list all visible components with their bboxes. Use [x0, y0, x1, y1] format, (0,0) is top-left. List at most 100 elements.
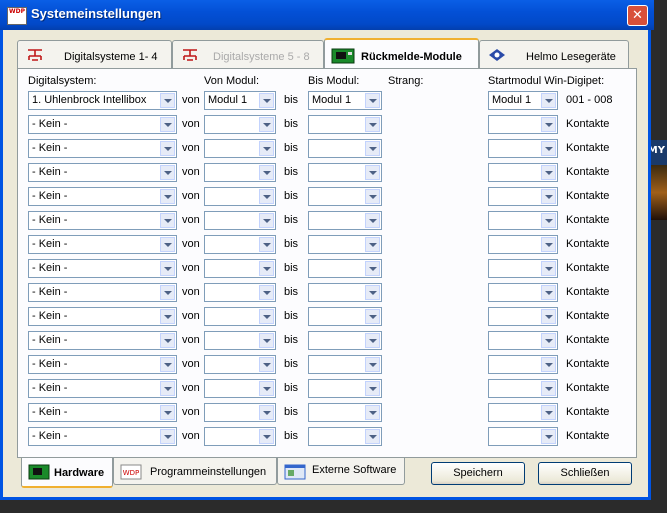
von-modul-select[interactable]: Modul 1 [204, 91, 276, 110]
von-modul-select[interactable] [204, 187, 276, 206]
chevron-down-icon[interactable] [160, 285, 175, 300]
von-modul-select[interactable] [204, 331, 276, 350]
chevron-down-icon[interactable] [160, 429, 175, 444]
von-modul-select[interactable] [204, 211, 276, 230]
chevron-down-icon[interactable] [541, 213, 556, 228]
chevron-down-icon[interactable] [259, 141, 274, 156]
von-modul-select[interactable] [204, 163, 276, 182]
chevron-down-icon[interactable] [365, 165, 380, 180]
chevron-down-icon[interactable] [541, 357, 556, 372]
digitalsystem-select[interactable]: - Kein - [28, 379, 177, 398]
chevron-down-icon[interactable] [365, 93, 380, 108]
chevron-down-icon[interactable] [365, 357, 380, 372]
bis-modul-select[interactable] [308, 163, 382, 182]
bis-modul-select[interactable] [308, 187, 382, 206]
bis-modul-select[interactable] [308, 259, 382, 278]
chevron-down-icon[interactable] [541, 165, 556, 180]
digitalsystem-select[interactable]: 1. Uhlenbrock Intellibox [28, 91, 177, 110]
chevron-down-icon[interactable] [541, 333, 556, 348]
chevron-down-icon[interactable] [365, 141, 380, 156]
bis-modul-select[interactable] [308, 283, 382, 302]
startmodul-select[interactable] [488, 259, 558, 278]
startmodul-select[interactable] [488, 379, 558, 398]
chevron-down-icon[interactable] [259, 405, 274, 420]
bis-modul-select[interactable] [308, 235, 382, 254]
close-window-button[interactable]: ✕ [627, 5, 648, 26]
chevron-down-icon[interactable] [365, 429, 380, 444]
chevron-down-icon[interactable] [365, 117, 380, 132]
chevron-down-icon[interactable] [541, 405, 556, 420]
bis-modul-select[interactable] [308, 115, 382, 134]
digitalsystem-select[interactable]: - Kein - [28, 259, 177, 278]
digitalsystem-select[interactable]: - Kein - [28, 211, 177, 230]
chevron-down-icon[interactable] [160, 189, 175, 204]
tab-rueckmelde-module[interactable]: Rückmelde-Module [324, 38, 479, 69]
von-modul-select[interactable] [204, 235, 276, 254]
chevron-down-icon[interactable] [160, 213, 175, 228]
chevron-down-icon[interactable] [541, 429, 556, 444]
digitalsystem-select[interactable]: - Kein - [28, 139, 177, 158]
tab-digitalsysteme-1-4[interactable]: Digitalsysteme 1- 4 [17, 40, 172, 68]
chevron-down-icon[interactable] [541, 93, 556, 108]
chevron-down-icon[interactable] [541, 189, 556, 204]
chevron-down-icon[interactable] [259, 93, 274, 108]
chevron-down-icon[interactable] [160, 357, 175, 372]
chevron-down-icon[interactable] [160, 93, 175, 108]
chevron-down-icon[interactable] [541, 261, 556, 276]
von-modul-select[interactable] [204, 139, 276, 158]
startmodul-select[interactable] [488, 403, 558, 422]
von-modul-select[interactable] [204, 355, 276, 374]
digitalsystem-select[interactable]: - Kein - [28, 403, 177, 422]
chevron-down-icon[interactable] [259, 381, 274, 396]
startmodul-select[interactable] [488, 139, 558, 158]
chevron-down-icon[interactable] [160, 141, 175, 156]
chevron-down-icon[interactable] [259, 357, 274, 372]
chevron-down-icon[interactable] [259, 309, 274, 324]
digitalsystem-select[interactable]: - Kein - [28, 163, 177, 182]
von-modul-select[interactable] [204, 403, 276, 422]
startmodul-select[interactable] [488, 427, 558, 446]
chevron-down-icon[interactable] [259, 285, 274, 300]
chevron-down-icon[interactable] [259, 189, 274, 204]
bis-modul-select[interactable] [308, 307, 382, 326]
chevron-down-icon[interactable] [365, 237, 380, 252]
bis-modul-select[interactable] [308, 355, 382, 374]
chevron-down-icon[interactable] [365, 309, 380, 324]
chevron-down-icon[interactable] [259, 117, 274, 132]
startmodul-select[interactable] [488, 235, 558, 254]
startmodul-select[interactable]: Modul 1 [488, 91, 558, 110]
von-modul-select[interactable] [204, 115, 276, 134]
von-modul-select[interactable] [204, 283, 276, 302]
chevron-down-icon[interactable] [160, 237, 175, 252]
chevron-down-icon[interactable] [541, 381, 556, 396]
von-modul-select[interactable] [204, 307, 276, 326]
startmodul-select[interactable] [488, 163, 558, 182]
bis-modul-select[interactable] [308, 331, 382, 350]
chevron-down-icon[interactable] [365, 189, 380, 204]
close-button[interactable]: Schließen [538, 462, 632, 485]
digitalsystem-select[interactable]: - Kein - [28, 307, 177, 326]
tab-hardware[interactable]: Hardware [21, 458, 113, 488]
digitalsystem-select[interactable]: - Kein - [28, 187, 177, 206]
chevron-down-icon[interactable] [259, 165, 274, 180]
bis-modul-select[interactable] [308, 211, 382, 230]
von-modul-select[interactable] [204, 259, 276, 278]
bis-modul-select[interactable] [308, 139, 382, 158]
startmodul-select[interactable] [488, 331, 558, 350]
startmodul-select[interactable] [488, 307, 558, 326]
chevron-down-icon[interactable] [365, 333, 380, 348]
bis-modul-select[interactable] [308, 379, 382, 398]
chevron-down-icon[interactable] [160, 381, 175, 396]
chevron-down-icon[interactable] [541, 117, 556, 132]
chevron-down-icon[interactable] [365, 261, 380, 276]
chevron-down-icon[interactable] [259, 333, 274, 348]
tab-programmeinstellungen[interactable]: WDP Programmeinstellungen [113, 458, 277, 485]
tab-externe-software[interactable]: Externe Software [277, 458, 405, 485]
chevron-down-icon[interactable] [259, 261, 274, 276]
digitalsystem-select[interactable]: - Kein - [28, 283, 177, 302]
chevron-down-icon[interactable] [541, 309, 556, 324]
digitalsystem-select[interactable]: - Kein - [28, 427, 177, 446]
chevron-down-icon[interactable] [160, 165, 175, 180]
chevron-down-icon[interactable] [259, 213, 274, 228]
bis-modul-select[interactable]: Modul 1 [308, 91, 382, 110]
